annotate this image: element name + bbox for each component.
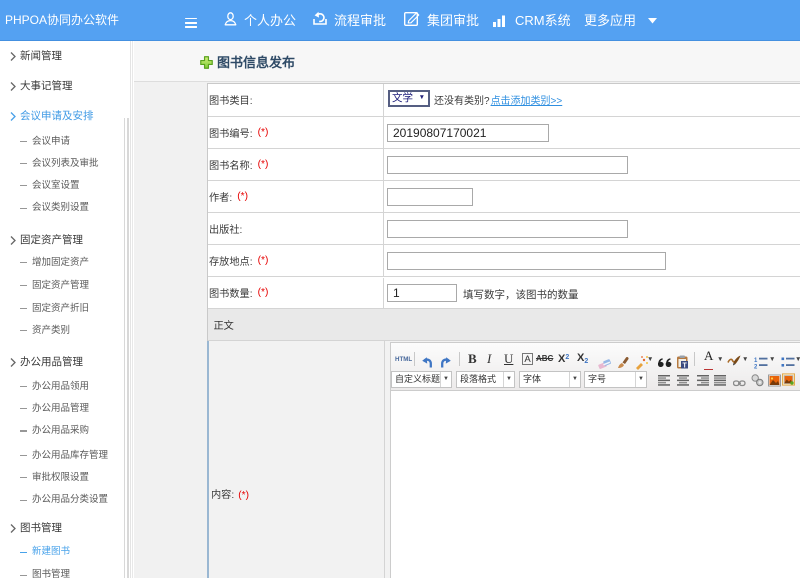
svg-text:T: T: [683, 363, 688, 370]
svg-text:1: 1: [754, 358, 758, 364]
svg-text:2: 2: [754, 365, 758, 371]
